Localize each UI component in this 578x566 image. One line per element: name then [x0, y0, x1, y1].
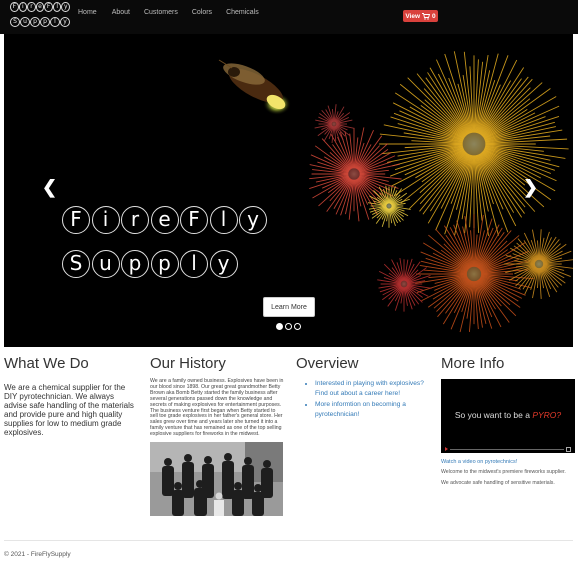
logo-letter: l	[50, 17, 60, 27]
navbar: FireFly Supply Home About Customers Colo…	[0, 0, 578, 34]
logo-letter: F	[10, 2, 19, 12]
carousel-indicator[interactable]	[294, 323, 301, 330]
video-player[interactable]: So you want to be a PYRO?	[441, 379, 575, 453]
list-item: More informtion on becoming a pyrotechni…	[315, 400, 431, 420]
hero-title-letter: S	[62, 250, 90, 278]
hero-title-line-1: FireFly	[62, 206, 269, 248]
overview-section: Overview Interested in playing with expl…	[296, 355, 431, 421]
logo[interactable]: FireFly Supply	[10, 2, 71, 32]
hero-title-letter: i	[91, 206, 120, 234]
carousel-indicator[interactable]	[276, 323, 283, 330]
nav-colors[interactable]: Colors	[192, 9, 212, 16]
history-text: We are a family owned business. Explosiv…	[150, 378, 284, 438]
what-we-do-section: What We Do We are a chemical supplier fo…	[4, 355, 136, 437]
learn-more-button[interactable]: Learn More	[263, 297, 315, 317]
logo-line-1: FireFly	[10, 2, 71, 16]
hero-title: FireFly Supply	[62, 206, 269, 294]
more-info-text-1: Welcome to the midwest's premiere firewo…	[441, 469, 566, 475]
carousel-indicator[interactable]	[285, 323, 292, 330]
hero-title-letter: l	[209, 206, 238, 234]
logo-letter: l	[52, 2, 62, 12]
carousel-prev-button[interactable]: ❮	[42, 178, 57, 196]
logo-letter: p	[30, 17, 40, 27]
overview-heading: Overview	[296, 355, 359, 372]
what-we-do-text: We are a chemical supplier for the DIY p…	[4, 383, 134, 437]
view-cart-button[interactable]: View 0	[403, 10, 438, 22]
footer-copyright: © 2021 - FireFlySupply	[4, 551, 71, 558]
hero-title-letter: l	[180, 250, 208, 278]
history-section: Our History We are a family owned busine…	[150, 355, 284, 517]
cart-count: 0	[432, 12, 436, 20]
hero-title-letter: p	[150, 250, 179, 278]
video-controls	[445, 446, 571, 452]
hero-title-letter: y	[209, 250, 238, 278]
hero-title-letter: F	[180, 206, 208, 234]
logo-letter: y	[60, 17, 70, 27]
hero-title-letter: e	[150, 206, 179, 234]
nav-customers[interactable]: Customers	[144, 9, 178, 16]
carousel-next-button[interactable]: ❯	[523, 178, 538, 196]
logo-letter: u	[20, 17, 30, 27]
hero-title-letter: F	[62, 206, 90, 234]
more-info-text-2: We advocate safe handling of sensitive m…	[441, 479, 555, 486]
nav-chemicals[interactable]: Chemicals	[226, 9, 259, 16]
hero-carousel: ❮ ❯ FireFly Supply Learn More	[4, 34, 573, 347]
view-cart-label: View	[405, 12, 421, 20]
logo-letter: S	[10, 17, 20, 27]
logo-letter: F	[44, 2, 53, 12]
nav-about[interactable]: About	[112, 9, 130, 16]
video-progress[interactable]	[450, 448, 564, 450]
video-title: So you want to be a PYRO?	[441, 410, 575, 420]
hero-title-letter: y	[239, 206, 267, 234]
footer-divider	[4, 540, 573, 541]
logo-letter: r	[27, 2, 36, 12]
nav-links: Home About Customers Colors Chemicals	[78, 9, 259, 16]
chevron-right-icon: ❯	[523, 177, 539, 197]
hero-title-line-2: Supply	[62, 250, 269, 292]
logo-letter: i	[18, 2, 28, 12]
what-we-do-heading: What We Do	[4, 355, 89, 372]
watch-video-link[interactable]: Watch a video on pyrotechnics!	[441, 459, 575, 465]
fullscreen-icon[interactable]	[566, 446, 571, 452]
history-heading: Our History	[150, 355, 226, 372]
family-photo	[150, 442, 283, 517]
video-title-text: So you want to be a	[454, 410, 533, 420]
logo-letter: p	[40, 17, 50, 27]
more-info-heading: More Info	[441, 355, 505, 372]
more-info-section: More Info So you want to be a PYRO? Watc…	[441, 355, 575, 486]
shopping-cart-icon	[422, 12, 431, 20]
overview-list: Interested in playing with explosives? F…	[296, 379, 431, 420]
list-item: Interested in playing with explosives? F…	[315, 379, 431, 399]
hero-title-letter: u	[91, 250, 120, 278]
firefly-illustration	[218, 59, 291, 115]
logo-letter: e	[35, 2, 45, 12]
logo-letter: y	[61, 2, 71, 12]
pyrotechnician-link[interactable]: More informtion on becoming a pyrotechni…	[315, 401, 406, 418]
logo-line-2: Supply	[10, 17, 70, 31]
career-link[interactable]: Interested in playing with explosives? F…	[315, 380, 424, 397]
hero-title-letter: r	[121, 206, 149, 234]
nav-home[interactable]: Home	[78, 9, 97, 16]
video-title-accent: PYRO?	[532, 410, 562, 420]
play-icon[interactable]	[445, 447, 448, 451]
carousel-indicators	[276, 323, 301, 330]
hero-title-letter: p	[121, 250, 149, 278]
chevron-left-icon: ❮	[42, 177, 58, 197]
